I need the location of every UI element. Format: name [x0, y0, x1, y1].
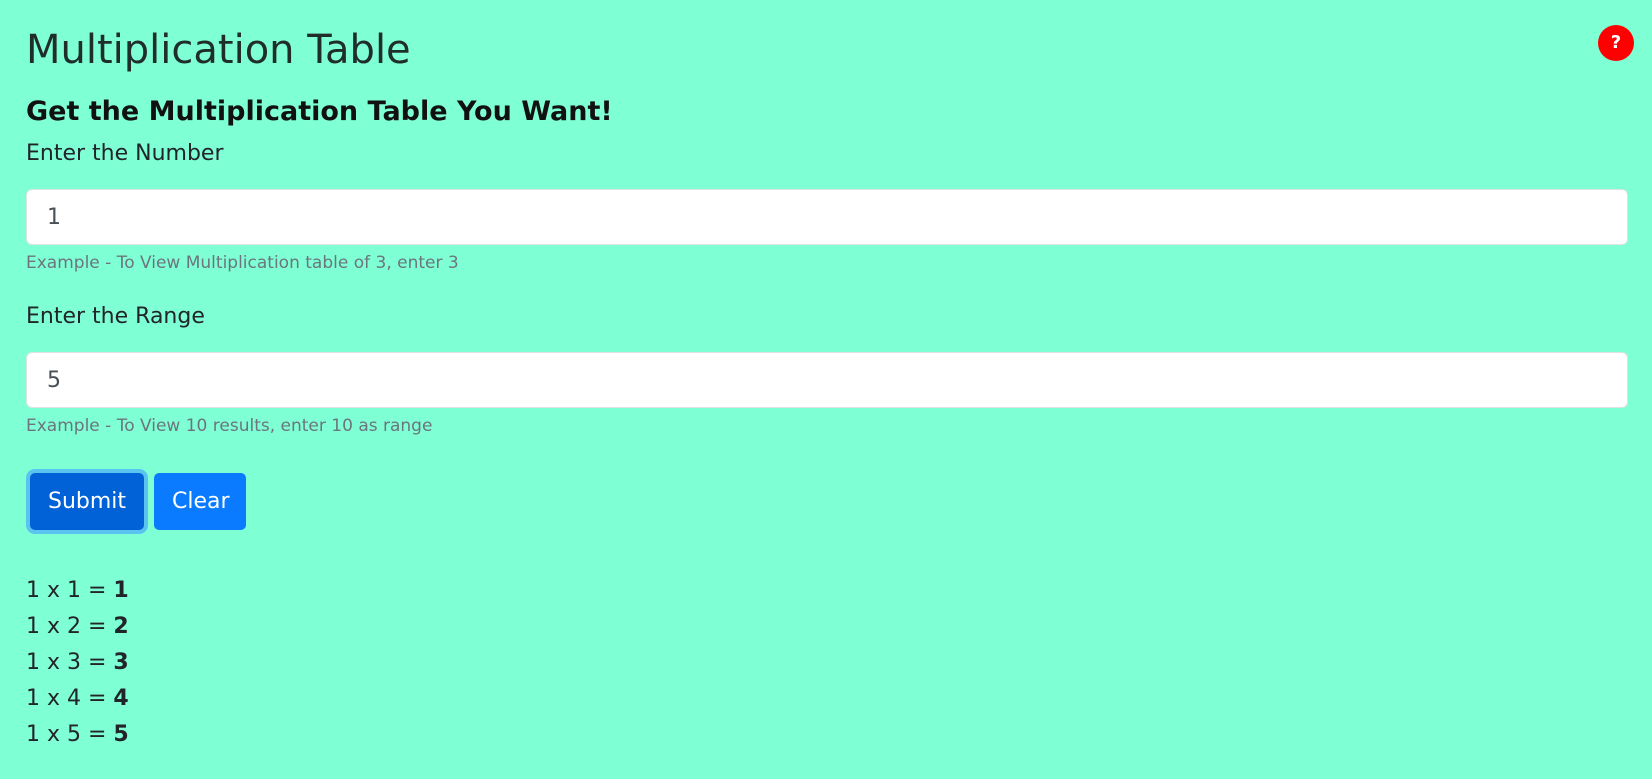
help-icon[interactable]: ? [1598, 25, 1634, 61]
result-expression: 1 x 5 = [26, 722, 114, 747]
result-row: 1 x 2 = 2 [26, 609, 129, 645]
result-expression: 1 x 3 = [26, 650, 114, 675]
result-answer: 1 [113, 578, 129, 603]
result-row: 1 x 5 = 5 [26, 717, 129, 753]
number-input[interactable] [26, 189, 1628, 245]
clear-button[interactable]: Clear [154, 473, 246, 530]
page-title: Multiplication Table [26, 27, 411, 73]
result-answer: 2 [113, 614, 129, 639]
result-expression: 1 x 4 = [26, 686, 114, 711]
result-expression: 1 x 2 = [26, 614, 114, 639]
number-label: Enter the Number [26, 141, 224, 166]
result-row: 1 x 4 = 4 [26, 681, 129, 717]
results-list: 1 x 1 = 1 1 x 2 = 2 1 x 3 = 3 1 x 4 = 4 … [26, 573, 129, 753]
result-row: 1 x 1 = 1 [26, 573, 129, 609]
page-subtitle: Get the Multiplication Table You Want! [26, 96, 613, 127]
range-help-text: Example - To View 10 results, enter 10 a… [26, 416, 433, 436]
result-row: 1 x 3 = 3 [26, 645, 129, 681]
result-answer: 3 [113, 650, 129, 675]
result-answer: 5 [113, 722, 129, 747]
number-help-text: Example - To View Multiplication table o… [26, 253, 459, 273]
range-input[interactable] [26, 352, 1628, 408]
submit-button[interactable]: Submit [30, 473, 144, 530]
range-label: Enter the Range [26, 304, 205, 329]
result-answer: 4 [113, 686, 129, 711]
result-expression: 1 x 1 = [26, 578, 114, 603]
